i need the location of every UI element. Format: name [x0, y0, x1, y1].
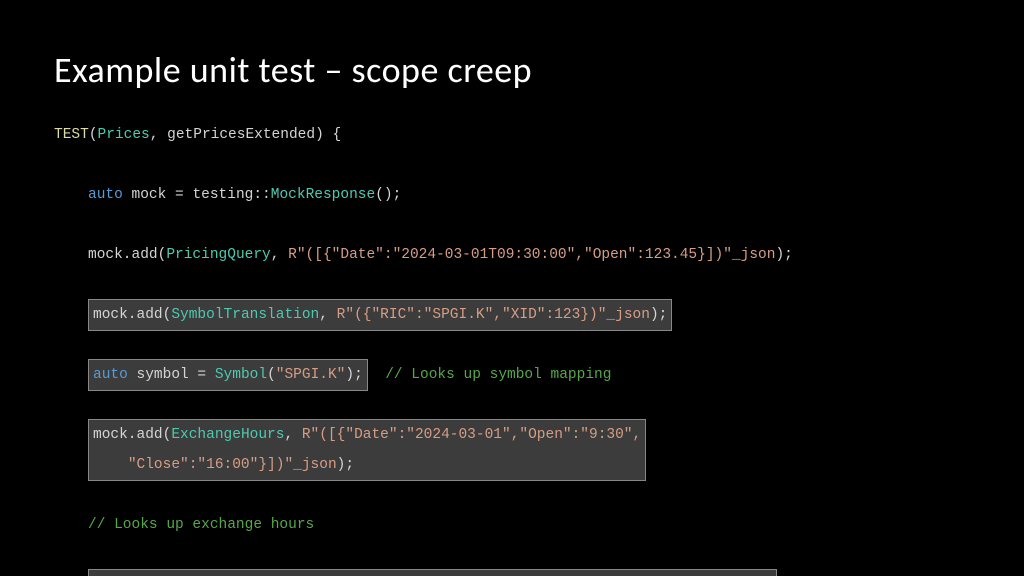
token-auto: auto — [88, 187, 123, 203]
comment: // Looks up symbol mapping — [385, 367, 611, 383]
highlight-box: mock.add(SymbolTranslation, R"({"RIC":"S… — [88, 299, 672, 331]
token-mock: mock — [132, 187, 167, 203]
highlight-box: auto symbol = Symbol("SPGI.K"); — [88, 359, 368, 391]
comment: // Looks up exchange hours — [88, 517, 314, 533]
token-test: TEST — [54, 127, 89, 143]
token-mockresponse: MockResponse — [271, 187, 375, 203]
token-suite: Prices — [98, 127, 150, 143]
highlight-box: mock.add(ExchangeHours, R"([{"Date":"202… — [88, 419, 646, 481]
token-testing: testing — [192, 187, 253, 203]
slide-title: Example unit test – scope creep — [54, 48, 970, 92]
highlight-box: auto [startTime, endTime] = symbol.excha… — [88, 569, 777, 576]
token-pricingquery: PricingQuery — [166, 247, 270, 263]
code-block: TEST(Prices, getPricesExtended) { auto m… — [54, 120, 970, 576]
token-mockadd: mock.add — [88, 247, 158, 263]
slide: Example unit test – scope creep TEST(Pri… — [0, 0, 1024, 576]
token-json1: R"([{"Date":"2024-03-01T09:30:00","Open"… — [288, 247, 775, 263]
token-testname: getPricesExtended — [167, 127, 315, 143]
